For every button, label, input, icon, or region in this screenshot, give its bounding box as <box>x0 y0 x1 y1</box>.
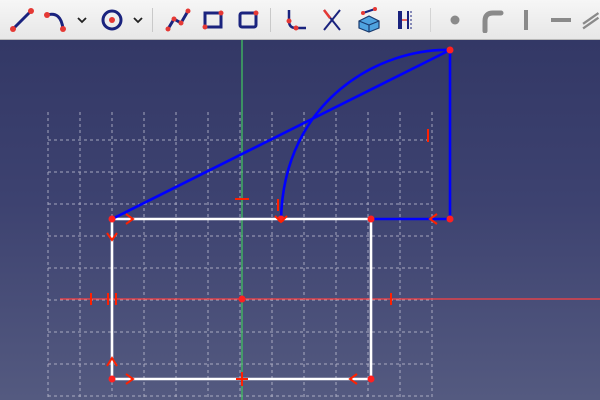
fillet-icon <box>286 10 306 31</box>
toolbar-separator <box>152 8 153 32</box>
polyline-icon <box>10 8 34 32</box>
point-icon <box>450 15 460 25</box>
arc-button[interactable] <box>40 4 72 36</box>
vertex-point[interactable] <box>108 375 116 383</box>
parallel-constraint-icon <box>582 12 600 30</box>
chevron-down-icon <box>77 17 87 24</box>
sketch-3d-view[interactable] <box>0 40 600 400</box>
selected-geometry[interactable] <box>111 48 452 221</box>
slot-button[interactable] <box>474 4 508 36</box>
circle-button[interactable] <box>96 4 128 36</box>
arc-dropdown-button[interactable] <box>74 4 90 36</box>
bspline-icon <box>165 8 191 32</box>
rounded-rectangle-button[interactable] <box>232 4 264 36</box>
vertical-constraint-icon <box>524 10 528 30</box>
vertex-point[interactable] <box>108 215 116 223</box>
sketcher-toolbar <box>0 0 600 40</box>
bspline-button[interactable] <box>162 4 194 36</box>
external-geometry-button[interactable] <box>352 4 386 36</box>
arc-geometry[interactable] <box>279 48 451 220</box>
carbon-copy-button[interactable] <box>390 4 422 36</box>
origin-point[interactable] <box>238 295 246 303</box>
point-button[interactable] <box>440 4 470 36</box>
toolbar-separator <box>270 8 271 32</box>
circle-icon <box>101 9 123 31</box>
rounded-rectangle-icon <box>238 10 259 29</box>
sketch-canvas[interactable] <box>0 40 600 400</box>
slot-icon <box>482 10 504 33</box>
polyline-button[interactable] <box>6 4 38 36</box>
chevron-down-icon <box>133 17 143 24</box>
vertex-point[interactable] <box>367 375 375 383</box>
vertex-point[interactable] <box>446 46 454 54</box>
vertex-point[interactable] <box>446 215 454 223</box>
horizontal-constraint-button[interactable] <box>546 4 576 36</box>
vertex-point[interactable] <box>367 215 375 223</box>
trim-button[interactable] <box>316 4 348 36</box>
rectangle-icon <box>202 10 224 30</box>
rectangle-button[interactable] <box>197 4 229 36</box>
diagonal-line[interactable] <box>111 48 451 221</box>
parallel-constraint-button[interactable] <box>580 4 600 36</box>
trim-icon <box>323 9 341 31</box>
circle-dropdown-button[interactable] <box>130 4 146 36</box>
arc-icon <box>44 12 66 32</box>
horizontal-constraint-icon <box>551 18 571 22</box>
fillet-button[interactable] <box>280 4 312 36</box>
carbon-copy-icon <box>398 11 412 29</box>
toolbar-separator <box>430 8 431 32</box>
constraint-markers[interactable] <box>90 129 438 386</box>
vertical-constraint-button[interactable] <box>512 4 540 36</box>
external-geometry-icon <box>358 7 380 33</box>
